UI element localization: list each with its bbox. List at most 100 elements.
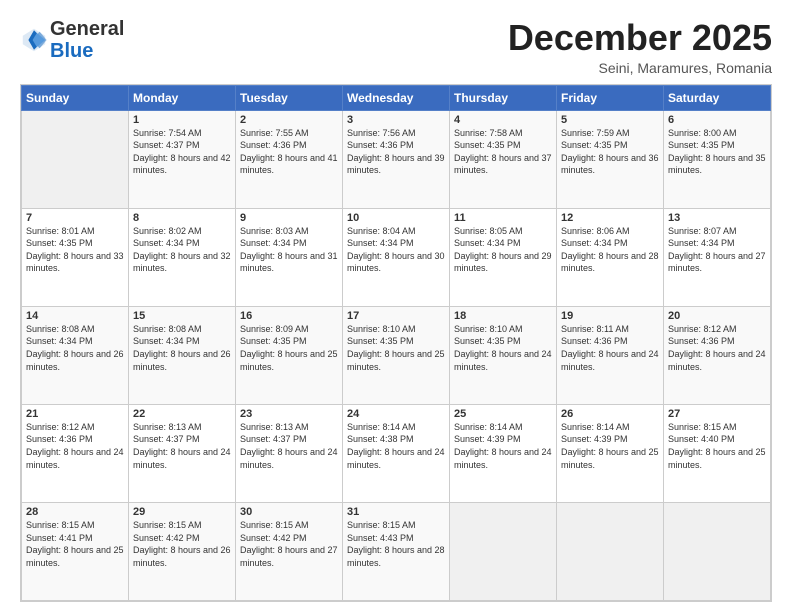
day-info: Sunrise: 8:05 AMSunset: 4:34 PMDaylight:…: [454, 225, 552, 275]
day-number: 7: [26, 212, 124, 224]
day-info: Sunrise: 8:03 AMSunset: 4:34 PMDaylight:…: [240, 225, 338, 275]
day-info: Sunrise: 8:14 AMSunset: 4:39 PMDaylight:…: [561, 421, 659, 471]
day-number: 20: [668, 310, 766, 322]
day-number: 15: [133, 310, 231, 322]
day-cell: 10Sunrise: 8:04 AMSunset: 4:34 PMDayligh…: [343, 208, 450, 306]
day-cell: 21Sunrise: 8:12 AMSunset: 4:36 PMDayligh…: [22, 404, 129, 502]
day-number: 14: [26, 310, 124, 322]
day-number: 17: [347, 310, 445, 322]
day-number: 9: [240, 212, 338, 224]
day-info: Sunrise: 8:15 AMSunset: 4:42 PMDaylight:…: [240, 519, 338, 569]
title-area: December 2025 Seini, Maramures, Romania: [508, 18, 772, 76]
week-row: 1Sunrise: 7:54 AMSunset: 4:37 PMDaylight…: [22, 110, 771, 208]
day-info: Sunrise: 8:08 AMSunset: 4:34 PMDaylight:…: [26, 323, 124, 373]
day-number: 19: [561, 310, 659, 322]
weekday-header: Wednesday: [343, 85, 450, 110]
logo-blue: Blue: [50, 40, 93, 62]
day-cell: 30Sunrise: 8:15 AMSunset: 4:42 PMDayligh…: [236, 502, 343, 600]
weekday-header: Thursday: [450, 85, 557, 110]
day-cell: 27Sunrise: 8:15 AMSunset: 4:40 PMDayligh…: [664, 404, 771, 502]
day-info: Sunrise: 8:08 AMSunset: 4:34 PMDaylight:…: [133, 323, 231, 373]
day-number: 13: [668, 212, 766, 224]
week-row: 28Sunrise: 8:15 AMSunset: 4:41 PMDayligh…: [22, 502, 771, 600]
day-cell: 26Sunrise: 8:14 AMSunset: 4:39 PMDayligh…: [557, 404, 664, 502]
logo-text: General Blue: [50, 18, 124, 62]
day-cell: 16Sunrise: 8:09 AMSunset: 4:35 PMDayligh…: [236, 306, 343, 404]
day-number: 21: [26, 408, 124, 420]
day-info: Sunrise: 7:55 AMSunset: 4:36 PMDaylight:…: [240, 127, 338, 177]
day-number: 27: [668, 408, 766, 420]
day-cell: 4Sunrise: 7:58 AMSunset: 4:35 PMDaylight…: [450, 110, 557, 208]
month-title: December 2025: [508, 18, 772, 58]
day-info: Sunrise: 7:58 AMSunset: 4:35 PMDaylight:…: [454, 127, 552, 177]
day-info: Sunrise: 8:15 AMSunset: 4:43 PMDaylight:…: [347, 519, 445, 569]
logo-icon: [20, 26, 48, 54]
day-cell: [450, 502, 557, 600]
day-cell: 25Sunrise: 8:14 AMSunset: 4:39 PMDayligh…: [450, 404, 557, 502]
weekday-header: Saturday: [664, 85, 771, 110]
day-info: Sunrise: 8:13 AMSunset: 4:37 PMDaylight:…: [240, 421, 338, 471]
day-info: Sunrise: 7:54 AMSunset: 4:37 PMDaylight:…: [133, 127, 231, 177]
week-row: 7Sunrise: 8:01 AMSunset: 4:35 PMDaylight…: [22, 208, 771, 306]
day-number: 22: [133, 408, 231, 420]
header: General Blue December 2025 Seini, Maramu…: [20, 18, 772, 76]
weekday-header: Tuesday: [236, 85, 343, 110]
day-cell: 18Sunrise: 8:10 AMSunset: 4:35 PMDayligh…: [450, 306, 557, 404]
day-cell: 3Sunrise: 7:56 AMSunset: 4:36 PMDaylight…: [343, 110, 450, 208]
day-number: 25: [454, 408, 552, 420]
day-number: 8: [133, 212, 231, 224]
subtitle: Seini, Maramures, Romania: [508, 60, 772, 76]
day-info: Sunrise: 8:02 AMSunset: 4:34 PMDaylight:…: [133, 225, 231, 275]
day-cell: [22, 110, 129, 208]
day-number: 4: [454, 114, 552, 126]
day-info: Sunrise: 8:15 AMSunset: 4:40 PMDaylight:…: [668, 421, 766, 471]
day-cell: [557, 502, 664, 600]
day-cell: 8Sunrise: 8:02 AMSunset: 4:34 PMDaylight…: [129, 208, 236, 306]
day-info: Sunrise: 8:10 AMSunset: 4:35 PMDaylight:…: [347, 323, 445, 373]
day-number: 24: [347, 408, 445, 420]
day-cell: 1Sunrise: 7:54 AMSunset: 4:37 PMDaylight…: [129, 110, 236, 208]
weekday-row: SundayMondayTuesdayWednesdayThursdayFrid…: [22, 85, 771, 110]
day-number: 10: [347, 212, 445, 224]
day-cell: 2Sunrise: 7:55 AMSunset: 4:36 PMDaylight…: [236, 110, 343, 208]
day-cell: 24Sunrise: 8:14 AMSunset: 4:38 PMDayligh…: [343, 404, 450, 502]
day-number: 5: [561, 114, 659, 126]
weekday-header: Monday: [129, 85, 236, 110]
day-cell: 6Sunrise: 8:00 AMSunset: 4:35 PMDaylight…: [664, 110, 771, 208]
day-cell: 15Sunrise: 8:08 AMSunset: 4:34 PMDayligh…: [129, 306, 236, 404]
day-number: 12: [561, 212, 659, 224]
day-number: 30: [240, 506, 338, 518]
day-info: Sunrise: 8:06 AMSunset: 4:34 PMDaylight:…: [561, 225, 659, 275]
day-number: 3: [347, 114, 445, 126]
day-info: Sunrise: 7:59 AMSunset: 4:35 PMDaylight:…: [561, 127, 659, 177]
day-number: 23: [240, 408, 338, 420]
day-cell: 9Sunrise: 8:03 AMSunset: 4:34 PMDaylight…: [236, 208, 343, 306]
logo: General Blue: [20, 18, 124, 62]
day-number: 11: [454, 212, 552, 224]
day-cell: 23Sunrise: 8:13 AMSunset: 4:37 PMDayligh…: [236, 404, 343, 502]
day-cell: 12Sunrise: 8:06 AMSunset: 4:34 PMDayligh…: [557, 208, 664, 306]
day-number: 31: [347, 506, 445, 518]
day-number: 2: [240, 114, 338, 126]
day-info: Sunrise: 8:00 AMSunset: 4:35 PMDaylight:…: [668, 127, 766, 177]
calendar: SundayMondayTuesdayWednesdayThursdayFrid…: [20, 84, 772, 602]
calendar-body: 1Sunrise: 7:54 AMSunset: 4:37 PMDaylight…: [22, 110, 771, 600]
weekday-header: Sunday: [22, 85, 129, 110]
day-cell: 31Sunrise: 8:15 AMSunset: 4:43 PMDayligh…: [343, 502, 450, 600]
day-cell: 5Sunrise: 7:59 AMSunset: 4:35 PMDaylight…: [557, 110, 664, 208]
calendar-table: SundayMondayTuesdayWednesdayThursdayFrid…: [21, 85, 771, 601]
day-cell: 19Sunrise: 8:11 AMSunset: 4:36 PMDayligh…: [557, 306, 664, 404]
day-number: 28: [26, 506, 124, 518]
week-row: 21Sunrise: 8:12 AMSunset: 4:36 PMDayligh…: [22, 404, 771, 502]
day-info: Sunrise: 8:12 AMSunset: 4:36 PMDaylight:…: [26, 421, 124, 471]
day-info: Sunrise: 8:14 AMSunset: 4:38 PMDaylight:…: [347, 421, 445, 471]
day-cell: 28Sunrise: 8:15 AMSunset: 4:41 PMDayligh…: [22, 502, 129, 600]
day-number: 6: [668, 114, 766, 126]
day-info: Sunrise: 8:15 AMSunset: 4:42 PMDaylight:…: [133, 519, 231, 569]
day-info: Sunrise: 8:11 AMSunset: 4:36 PMDaylight:…: [561, 323, 659, 373]
day-info: Sunrise: 8:14 AMSunset: 4:39 PMDaylight:…: [454, 421, 552, 471]
day-info: Sunrise: 8:01 AMSunset: 4:35 PMDaylight:…: [26, 225, 124, 275]
day-info: Sunrise: 8:07 AMSunset: 4:34 PMDaylight:…: [668, 225, 766, 275]
day-cell: 22Sunrise: 8:13 AMSunset: 4:37 PMDayligh…: [129, 404, 236, 502]
day-info: Sunrise: 8:10 AMSunset: 4:35 PMDaylight:…: [454, 323, 552, 373]
